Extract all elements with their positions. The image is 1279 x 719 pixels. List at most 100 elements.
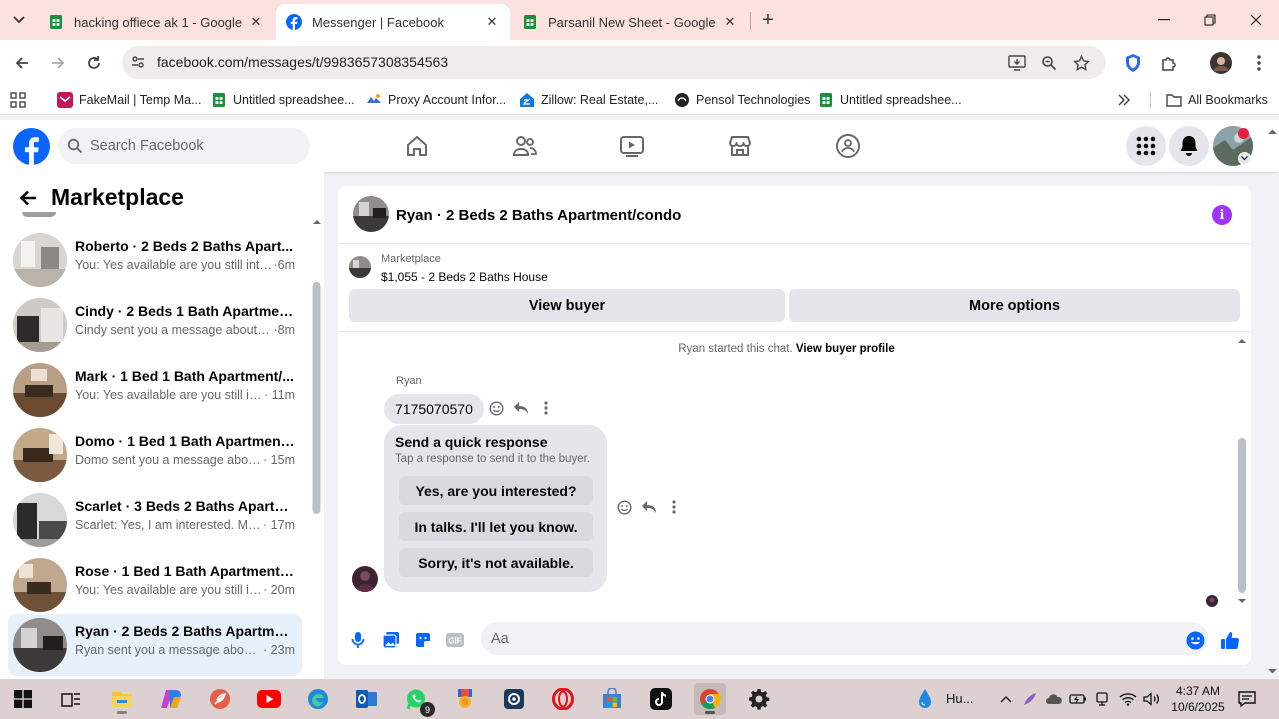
restore-window-icon[interactable] bbox=[1187, 0, 1233, 40]
extensions-puzzle-icon[interactable] bbox=[1156, 50, 1182, 76]
new-tab-plus-icon[interactable]: + bbox=[757, 9, 779, 31]
page-scrollbar[interactable] bbox=[1266, 124, 1279, 679]
pen-tray-icon[interactable] bbox=[1019, 683, 1041, 715]
install-app-icon[interactable] bbox=[1007, 53, 1027, 73]
forward-arrow-icon[interactable] bbox=[45, 50, 71, 76]
settings-app-icon[interactable] bbox=[498, 683, 530, 715]
gif-icon[interactable]: GIF bbox=[445, 630, 465, 650]
bookmark-pensol[interactable]: Pensol Technologies bbox=[674, 91, 810, 109]
notifications-button[interactable] bbox=[1169, 126, 1209, 166]
home-icon[interactable] bbox=[403, 132, 431, 160]
back-arrow-icon[interactable] bbox=[14, 184, 42, 212]
file-explorer-icon[interactable] bbox=[106, 683, 138, 715]
apps-grid-icon[interactable] bbox=[10, 91, 26, 109]
conversation-item-rose[interactable]: Rose · 1 Bed 1 Bath Apartment/c... You: … bbox=[8, 554, 302, 616]
conversation-list-scrollbar[interactable] bbox=[311, 212, 323, 679]
more-options-button[interactable]: More options bbox=[789, 289, 1240, 322]
listing-price-title[interactable]: $1,055 - 2 Beds 2 Baths House bbox=[381, 270, 548, 284]
profile-avatar[interactable] bbox=[1208, 50, 1234, 76]
react-smiley-icon[interactable] bbox=[487, 399, 505, 417]
search-input[interactable] bbox=[90, 128, 300, 164]
close-window-icon[interactable] bbox=[1233, 0, 1279, 40]
windows-start-icon[interactable] bbox=[7, 683, 39, 715]
message-thread-scrollbar[interactable] bbox=[1235, 333, 1249, 609]
back-arrow-icon[interactable] bbox=[9, 50, 35, 76]
quick-response-in-talks-button[interactable]: In talks. I'll let you know. bbox=[399, 512, 593, 541]
quick-response-not-available-button[interactable]: Sorry, it's not available. bbox=[399, 548, 593, 577]
youtube-icon[interactable] bbox=[253, 683, 285, 715]
notification-center-icon[interactable] bbox=[1233, 683, 1261, 715]
feather-app-icon[interactable] bbox=[204, 683, 236, 715]
close-tab-icon[interactable]: ✕ bbox=[722, 14, 738, 30]
wifi-icon[interactable] bbox=[1117, 683, 1139, 715]
onedrive-cloud-icon[interactable] bbox=[1043, 683, 1065, 715]
microsoft-365-copilot-icon[interactable] bbox=[155, 683, 187, 715]
browser-tab-sheets-2[interactable]: Parsanil New Sheet - Google Sh ✕ bbox=[512, 4, 748, 40]
address-bar[interactable]: facebook.com/messages/t/9983657308354563 bbox=[122, 46, 1106, 79]
volume-speaker-icon[interactable] bbox=[1141, 683, 1163, 715]
menu-grid-button[interactable] bbox=[1126, 126, 1166, 166]
account-chevron-down-icon[interactable] bbox=[1238, 152, 1251, 165]
shield-extension-icon[interactable] bbox=[1120, 50, 1146, 76]
conversation-info-icon[interactable]: i bbox=[1212, 205, 1232, 225]
marketplace-store-icon[interactable] bbox=[726, 132, 754, 160]
facebook-search-box[interactable] bbox=[58, 128, 310, 164]
opera-browser-icon[interactable] bbox=[547, 683, 579, 715]
conversation-item-domo[interactable]: Domo · 1 Bed 1 Bath Apartment... Domo se… bbox=[8, 424, 302, 486]
battery-saver-icon[interactable] bbox=[1067, 683, 1089, 715]
browser-menu-kebab-icon[interactable] bbox=[1246, 50, 1272, 76]
zoom-icon[interactable] bbox=[1039, 53, 1059, 73]
conversation-item-ryan[interactable]: Ryan · 2 Beds 2 Baths Apartmen... Ryan s… bbox=[8, 614, 302, 676]
whatsapp-icon[interactable]: 9 bbox=[400, 683, 435, 717]
all-bookmarks-folder[interactable]: All Bookmarks bbox=[1166, 91, 1268, 109]
settings-gear-icon[interactable] bbox=[743, 683, 775, 715]
award-app-icon[interactable] bbox=[449, 683, 481, 715]
minimize-window-icon[interactable] bbox=[1141, 0, 1187, 40]
microsoft-edge-icon[interactable] bbox=[302, 683, 334, 715]
weather-text[interactable]: Hu... bbox=[946, 691, 973, 706]
chat-listing-avatar[interactable] bbox=[353, 196, 389, 232]
weather-raindrop-icon[interactable] bbox=[912, 683, 938, 715]
message-bubble[interactable]: 7175070570 bbox=[384, 394, 484, 424]
close-tab-icon[interactable]: ✕ bbox=[484, 14, 500, 30]
site-info-icon[interactable] bbox=[130, 54, 146, 70]
attach-photo-icon[interactable] bbox=[381, 630, 401, 650]
more-actions-kebab-icon[interactable] bbox=[665, 498, 683, 516]
browser-tab-messenger[interactable]: Messenger | Facebook ✕ bbox=[276, 4, 510, 40]
close-tab-icon[interactable]: ✕ bbox=[248, 14, 264, 30]
bookmark-untitled-spreadsheet-2[interactable]: Untitled spreadshee... bbox=[818, 91, 962, 109]
show-hidden-icons-chevron-icon[interactable] bbox=[995, 683, 1017, 715]
thumbs-up-like-icon[interactable] bbox=[1220, 630, 1240, 650]
conversation-item-roberto[interactable]: Roberto · 2 Beds 2 Baths Apart... You: Y… bbox=[8, 229, 302, 291]
reply-arrow-icon[interactable] bbox=[640, 498, 658, 516]
bookmark-proxy-account[interactable]: Proxy Account Infor... bbox=[366, 91, 506, 109]
facebook-logo-icon[interactable] bbox=[13, 128, 50, 165]
google-chrome-icon[interactable] bbox=[694, 683, 726, 715]
bookmark-fakemail[interactable]: FakeMail | Temp Ma... bbox=[57, 91, 202, 109]
sender-avatar[interactable] bbox=[352, 566, 378, 592]
chat-title[interactable]: Ryan · 2 Beds 2 Baths Apartment/condo bbox=[396, 207, 681, 224]
view-buyer-button[interactable]: View buyer bbox=[349, 289, 785, 322]
bookmark-star-icon[interactable] bbox=[1071, 53, 1091, 73]
watch-video-icon[interactable] bbox=[618, 132, 646, 160]
listing-thumbnail[interactable] bbox=[349, 256, 371, 278]
sticker-icon[interactable] bbox=[413, 630, 433, 650]
react-smiley-icon[interactable] bbox=[615, 498, 633, 516]
quick-response-interested-button[interactable]: Yes, are you interested? bbox=[399, 476, 593, 505]
message-input[interactable] bbox=[481, 622, 1208, 655]
bookmark-zillow[interactable]: Zillow: Real Estate,... bbox=[519, 91, 658, 109]
groups-icon[interactable] bbox=[834, 132, 862, 160]
browser-tab-sheets-1[interactable]: hacking offiece ak 1 - Google Sh ✕ bbox=[38, 4, 274, 40]
conversation-item-scarlet[interactable]: Scarlet · 3 Beds 2 Baths Apartm... Scarl… bbox=[8, 489, 302, 551]
emoji-icon[interactable] bbox=[1185, 630, 1205, 650]
task-view-icon[interactable] bbox=[55, 683, 87, 715]
view-buyer-profile-link[interactable]: View buyer profile bbox=[796, 343, 895, 355]
microsoft-store-icon[interactable] bbox=[596, 683, 628, 715]
system-clock[interactable]: 4:37 AM 10/6/2025 bbox=[1166, 683, 1230, 715]
conversation-item-cindy[interactable]: Cindy · 2 Beds 1 Bath Apartment... Cindy… bbox=[8, 294, 302, 356]
more-actions-kebab-icon[interactable] bbox=[537, 399, 555, 417]
conversation-item-mark[interactable]: Mark · 1 Bed 1 Bath Apartment/... You: Y… bbox=[8, 359, 302, 421]
bookmarks-overflow-chevron-icon[interactable] bbox=[1117, 91, 1131, 109]
voice-clip-microphone-icon[interactable] bbox=[348, 630, 368, 650]
tiktok-icon[interactable] bbox=[645, 683, 677, 715]
